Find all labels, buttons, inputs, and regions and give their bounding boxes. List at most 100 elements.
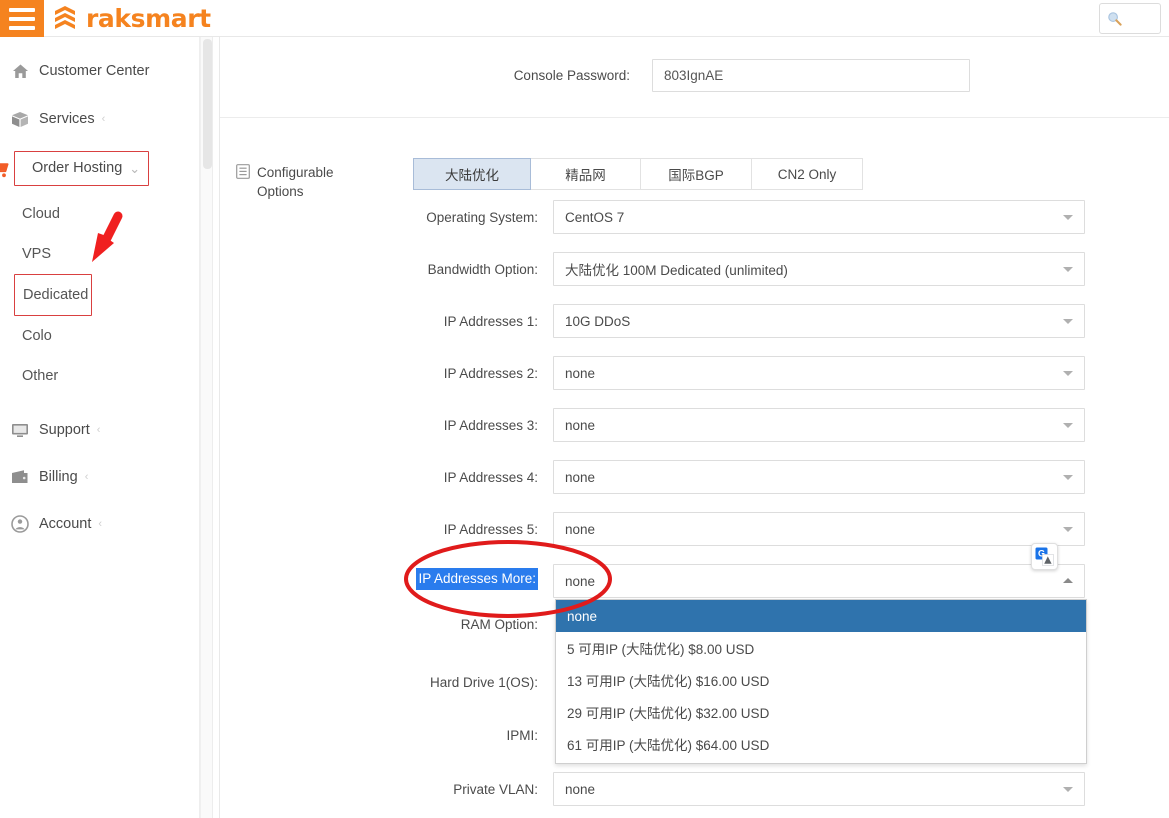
dropdown-option-label: none (567, 608, 598, 624)
user-circle-icon (10, 514, 30, 534)
chevron-down-icon (1063, 319, 1073, 324)
brand-logo[interactable]: raksmart (52, 0, 211, 37)
google-translate-icon[interactable]: G (1031, 543, 1058, 570)
field-value: 大陆优化 100M Dedicated (unlimited) (565, 263, 788, 278)
field-label: Hard Drive 1(OS): (429, 675, 538, 690)
dropdown-option[interactable]: 61 可用IP (大陆优化) $64.00 USD (556, 728, 1086, 760)
chevron-left-icon: ‹ (84, 470, 89, 483)
sidebar-subitem-dedicated[interactable]: Dedicated (14, 274, 92, 316)
sidebar-subitem-other[interactable]: Other (0, 366, 199, 386)
ip-addresses-more-dropdown[interactable]: none 5 可用IP (大陆优化) $8.00 USD 13 可用IP (大陆… (555, 599, 1087, 764)
sidebar-item-label: Services (39, 110, 95, 127)
field-label: IP Addresses 5: (443, 522, 538, 537)
dropdown-option[interactable]: none (556, 600, 1086, 632)
sidebar-subitem-vps[interactable]: VPS (0, 244, 199, 264)
tab-label: 大陆优化 (445, 168, 499, 183)
dropdown-option[interactable]: 13 可用IP (大陆优化) $16.00 USD (556, 664, 1086, 696)
bandwidth-option-select[interactable]: 大陆优化 100M Dedicated (unlimited) (553, 252, 1085, 286)
tab-label: 精品网 (565, 168, 606, 183)
field-row-private-vlan: Private VLAN: none (220, 772, 1169, 806)
field-value: none (565, 573, 596, 589)
field-label: IPMI: (506, 728, 538, 743)
chevron-down-icon (1063, 371, 1073, 376)
sidebar-item-label: Customer Center (39, 62, 150, 79)
hamburger-icon[interactable] (0, 0, 44, 37)
dropdown-option-label: 13 可用IP (大陆优化) $16.00 USD (567, 674, 770, 689)
field-row-ip-addresses-1: IP Addresses 1: 10G DDoS (220, 304, 1169, 338)
sidebar-subitem-colo[interactable]: Colo (0, 326, 199, 346)
sidebar-item-account[interactable]: Account ‹ (0, 512, 199, 536)
app-root: raksmart Customer Center Services ‹ Orde… (0, 0, 1169, 818)
configurable-options-text: Configurable Options (257, 163, 349, 201)
section-divider (220, 117, 1169, 118)
tab-premium-network[interactable]: 精品网 (531, 158, 641, 190)
field-label: IP Addresses 1: (443, 314, 538, 329)
chevron-down-icon: ⌄ (129, 161, 141, 176)
field-row-ip-addresses-4: IP Addresses 4: none (220, 460, 1169, 494)
field-label: IP Addresses 2: (443, 366, 538, 381)
console-password-value: 803IgnAE (664, 68, 724, 83)
chevron-left-icon: ‹ (101, 112, 106, 125)
ip-addresses-more-select[interactable]: none (553, 564, 1085, 598)
tab-cn2-only[interactable]: CN2 Only (752, 158, 863, 190)
tab-mainland-optimized[interactable]: 大陆优化 (413, 158, 531, 190)
ip-addresses-more-label: IP Addresses More: (220, 564, 538, 590)
chevron-down-icon (1063, 215, 1073, 220)
scrollbar-thumb[interactable] (203, 39, 212, 169)
sidebar-item-customer-center[interactable]: Customer Center (0, 59, 199, 83)
field-value: none (565, 781, 596, 797)
console-password-row: Console Password: 803IgnAE (220, 59, 1169, 92)
brand-name: raksmart (86, 4, 211, 33)
sidebar-subitem-label: VPS (22, 245, 52, 262)
field-value: none (565, 521, 596, 537)
field-label: RAM Option: (460, 617, 538, 632)
private-vlan-select[interactable]: none (553, 772, 1085, 806)
sidebar-subitem-label: Other (22, 367, 59, 384)
chevron-down-icon (1063, 423, 1073, 428)
field-label: Operating System: (426, 210, 538, 225)
sidebar-item-support[interactable]: Support ‹ (0, 418, 199, 442)
top-bar: raksmart (0, 0, 1169, 37)
sidebar-subitem-cloud[interactable]: Cloud (0, 204, 199, 224)
console-password-label: Console Password: (513, 68, 630, 83)
dropdown-option-label: 29 可用IP (大陆优化) $32.00 USD (567, 706, 770, 721)
home-icon (10, 61, 30, 81)
field-label: IP Addresses 4: (443, 470, 538, 485)
raksmart-logo-icon (55, 5, 75, 29)
field-value: CentOS 7 (565, 209, 625, 225)
tab-international-bgp[interactable]: 国际BGP (641, 158, 752, 190)
field-row-operating-system: Operating System: CentOS 7 (220, 200, 1169, 234)
dropdown-option[interactable]: 5 可用IP (大陆优化) $8.00 USD (556, 632, 1086, 664)
operating-system-select[interactable]: CentOS 7 (553, 200, 1085, 234)
field-value: none (565, 469, 596, 485)
field-value: none (565, 365, 596, 381)
sidebar-item-label: Order Hosting (32, 160, 123, 177)
ip-addresses-1-select[interactable]: 10G DDoS (553, 304, 1085, 338)
search-icon (1108, 12, 1122, 26)
ip-addresses-3-select[interactable]: none (553, 408, 1085, 442)
configurable-options-header: Configurable Options (236, 163, 349, 201)
search-input[interactable] (1122, 10, 1152, 27)
ip-addresses-4-select[interactable]: none (553, 460, 1085, 494)
console-password-input[interactable]: 803IgnAE (652, 59, 970, 92)
configurable-options-line1: Configurable (257, 165, 334, 180)
chevron-down-icon (1063, 267, 1073, 272)
ip-addresses-2-select[interactable]: none (553, 356, 1085, 390)
sidebar-item-order-hosting[interactable]: Order Hosting ⌄ (0, 151, 149, 186)
content-scrollbar[interactable] (200, 37, 213, 818)
sidebar-item-label: Support (39, 421, 90, 438)
sidebar-item-label: Account (39, 515, 92, 532)
sidebar-item-billing[interactable]: Billing ‹ (0, 465, 199, 489)
dropdown-option[interactable]: 29 可用IP (大陆优化) $32.00 USD (556, 696, 1086, 728)
chevron-left-icon: ‹ (96, 423, 101, 436)
search-box[interactable] (1099, 3, 1161, 34)
ip-addresses-5-select[interactable]: none (553, 512, 1085, 546)
field-label: Bandwidth Option: (427, 262, 538, 277)
sidebar-subitem-label: Colo (22, 327, 52, 344)
tab-label: 国际BGP (668, 168, 724, 183)
network-tabs: 大陆优化 精品网 国际BGP CN2 Only (413, 158, 863, 190)
sidebar-item-label: Billing (39, 468, 78, 485)
sidebar-item-services[interactable]: Services ‹ (0, 107, 199, 131)
field-row-ip-addresses-3: IP Addresses 3: none (220, 408, 1169, 442)
field-label: Private VLAN: (453, 782, 538, 797)
